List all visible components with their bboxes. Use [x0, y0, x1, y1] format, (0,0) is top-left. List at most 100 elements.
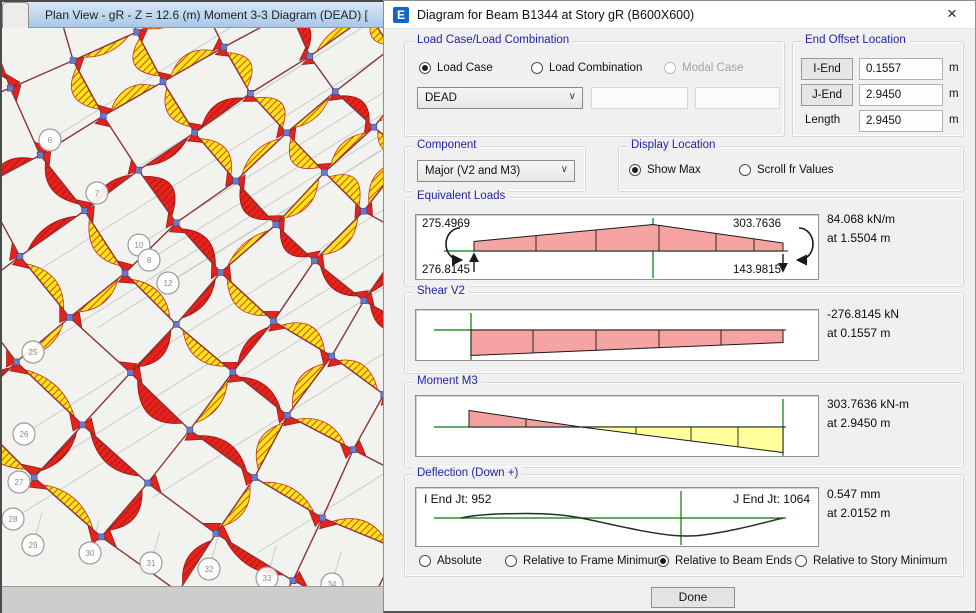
radio-relative-beam-ends[interactable]: Relative to Beam Ends	[657, 555, 792, 567]
deflection-group: Deflection (Down +) I End Jt: 952 J End …	[404, 474, 964, 577]
radio-absolute[interactable]: Absolute	[419, 555, 482, 567]
equivalent-loads-group: Equivalent Loads	[404, 197, 964, 287]
svg-text:8: 8	[147, 256, 152, 265]
load-case-group-label: Load Case/Load Combination	[413, 34, 573, 46]
radio-relative-frame-min-label: Relative to Frame Minimum	[523, 555, 664, 567]
equivalent-loads-panel[interactable]: 275.4969 276.8145 303.7636 143.9815	[415, 214, 819, 280]
plan-view-window: Plan View - gR - Z = 12.6 (m) Moment 3-3…	[0, 0, 383, 613]
dialog-titlebar[interactable]: E Diagram for Beam B1344 at Story gR (B6…	[384, 1, 975, 29]
shear-annotation-location: at 0.1557 m	[827, 324, 899, 343]
radio-circle-icon	[505, 555, 517, 567]
moment-diagram-plan: 671081225262728293031323334	[2, 28, 383, 586]
radio-circle-icon	[739, 164, 751, 176]
shear-label: Shear V2	[413, 285, 469, 297]
moment-arrow-left	[446, 228, 460, 260]
svg-text:31: 31	[147, 559, 156, 568]
chevron-down-icon: ∨	[569, 91, 576, 102]
radio-circle-icon	[629, 164, 641, 176]
shear-plot	[416, 310, 819, 361]
shear-shape	[471, 330, 783, 356]
radio-circle-icon	[531, 62, 543, 74]
close-icon[interactable]: ×	[941, 3, 963, 25]
component-group: Component Major (V2 and M3) ∨	[404, 146, 586, 192]
radio-relative-frame-min[interactable]: Relative to Frame Minimum	[505, 555, 664, 567]
moment-negative-shape	[469, 411, 581, 428]
component-group-label: Component	[413, 139, 480, 151]
length-value: 2.9450	[859, 110, 943, 132]
radio-modal-case-label: Modal Case	[682, 62, 743, 74]
radio-scroll-values-label: Scroll fr Values	[757, 164, 833, 176]
svg-text:30: 30	[86, 549, 95, 558]
radio-load-case-label: Load Case	[437, 62, 493, 74]
i-end-joint-label: I End Jt: 952	[424, 492, 491, 506]
radio-relative-story-min[interactable]: Relative to Story Minimum	[795, 555, 947, 567]
moment-positive-shape	[581, 427, 783, 453]
load-case-select[interactable]: DEAD ∨	[417, 87, 583, 109]
eq-annotation-location: at 1.5504 m	[827, 229, 895, 248]
radio-load-combination[interactable]: Load Combination	[531, 62, 642, 74]
deflection-curve	[461, 514, 783, 537]
i-end-button[interactable]: I-End	[801, 58, 853, 80]
beam-diagram-dialog: E Diagram for Beam B1344 at Story gR (B6…	[383, 0, 976, 613]
length-unit: m	[949, 114, 959, 126]
window-tab[interactable]	[2, 2, 29, 28]
screenshot-stage: Plan View - gR - Z = 12.6 (m) Moment 3-3…	[0, 0, 976, 613]
radio-absolute-label: Absolute	[437, 555, 482, 567]
svg-text:7: 7	[95, 189, 100, 198]
load-case-selected-value: DEAD	[425, 92, 457, 104]
radio-circle-icon	[419, 555, 431, 567]
radio-circle-icon	[657, 555, 669, 567]
plan-view-titlebar[interactable]: Plan View - gR - Z = 12.6 (m) Moment 3-3…	[29, 2, 383, 28]
shear-annotation-value: -276.8145 kN	[827, 305, 899, 324]
plan-view-title: Plan View - gR - Z = 12.6 (m) Moment 3-3…	[29, 8, 368, 22]
svg-text:12: 12	[164, 279, 173, 288]
moment-panel[interactable]	[415, 395, 819, 457]
radio-scroll-values[interactable]: Scroll fr Values	[739, 164, 833, 176]
svg-text:32: 32	[205, 565, 214, 574]
radio-circle-icon	[664, 62, 676, 74]
j-end-value: 2.9450	[859, 84, 943, 106]
deflection-annotation-location: at 2.0152 m	[827, 504, 890, 523]
deflection-annotation-value: 0.547 mm	[827, 485, 890, 504]
svg-text:25: 25	[29, 348, 38, 357]
component-select[interactable]: Major (V2 and M3) ∨	[417, 160, 575, 182]
svg-text:29: 29	[29, 541, 38, 550]
end-offset-group: End Offset Location I-End 0.1557 m J-End…	[792, 41, 964, 137]
eq-top-right-value: 303.7636	[733, 218, 781, 230]
dialog-title: Diagram for Beam B1344 at Story gR (B600…	[417, 8, 694, 22]
radio-show-max[interactable]: Show Max	[629, 164, 701, 176]
radio-relative-beam-ends-label: Relative to Beam Ends	[675, 555, 792, 567]
deflection-panel[interactable]: I End Jt: 952 J End Jt: 1064	[415, 487, 819, 547]
load-combination-field	[591, 87, 688, 109]
shear-annotation: -276.8145 kN at 0.1557 m	[827, 305, 899, 343]
radio-show-max-label: Show Max	[647, 164, 701, 176]
svg-text:27: 27	[15, 478, 24, 487]
display-location-group-label: Display Location	[627, 139, 719, 151]
done-button[interactable]: Done	[651, 587, 735, 608]
radio-modal-case: Modal Case	[664, 62, 743, 74]
moment-group: Moment M3 303.7636 kN-m at 2.9450 m	[404, 382, 964, 468]
j-end-button[interactable]: J-End	[801, 84, 853, 106]
radio-circle-icon	[795, 555, 807, 567]
i-end-unit: m	[949, 62, 959, 74]
length-label: Length	[805, 114, 840, 126]
shear-panel[interactable]	[415, 309, 819, 361]
radio-load-case[interactable]: Load Case	[419, 62, 493, 74]
svg-text:10: 10	[135, 241, 144, 250]
moment-annotation: 303.7636 kN-m at 2.9450 m	[827, 395, 909, 433]
svg-text:33: 33	[263, 574, 272, 583]
shear-group: Shear V2 -276.8145 kN at 0.1557 m	[404, 292, 964, 374]
deflection-annotation: 0.547 mm at 2.0152 m	[827, 485, 890, 523]
plan-view-canvas[interactable]: 671081225262728293031323334	[2, 28, 383, 586]
i-end-value: 0.1557	[859, 58, 943, 80]
deflection-label: Deflection (Down +)	[413, 467, 522, 479]
svg-text:28: 28	[9, 515, 18, 524]
component-selected-value: Major (V2 and M3)	[425, 165, 520, 177]
eq-annotation-value: 84.068 kN/m	[827, 210, 895, 229]
j-end-joint-label: J End Jt: 1064	[733, 492, 810, 506]
etabs-logo-icon: E	[393, 7, 409, 23]
modal-case-field	[695, 87, 780, 109]
load-case-group: Load Case/Load Combination Load Case Loa…	[404, 41, 785, 137]
display-location-group: Display Location Show Max Scroll fr Valu…	[618, 146, 964, 192]
equivalent-loads-label: Equivalent Loads	[413, 190, 509, 202]
